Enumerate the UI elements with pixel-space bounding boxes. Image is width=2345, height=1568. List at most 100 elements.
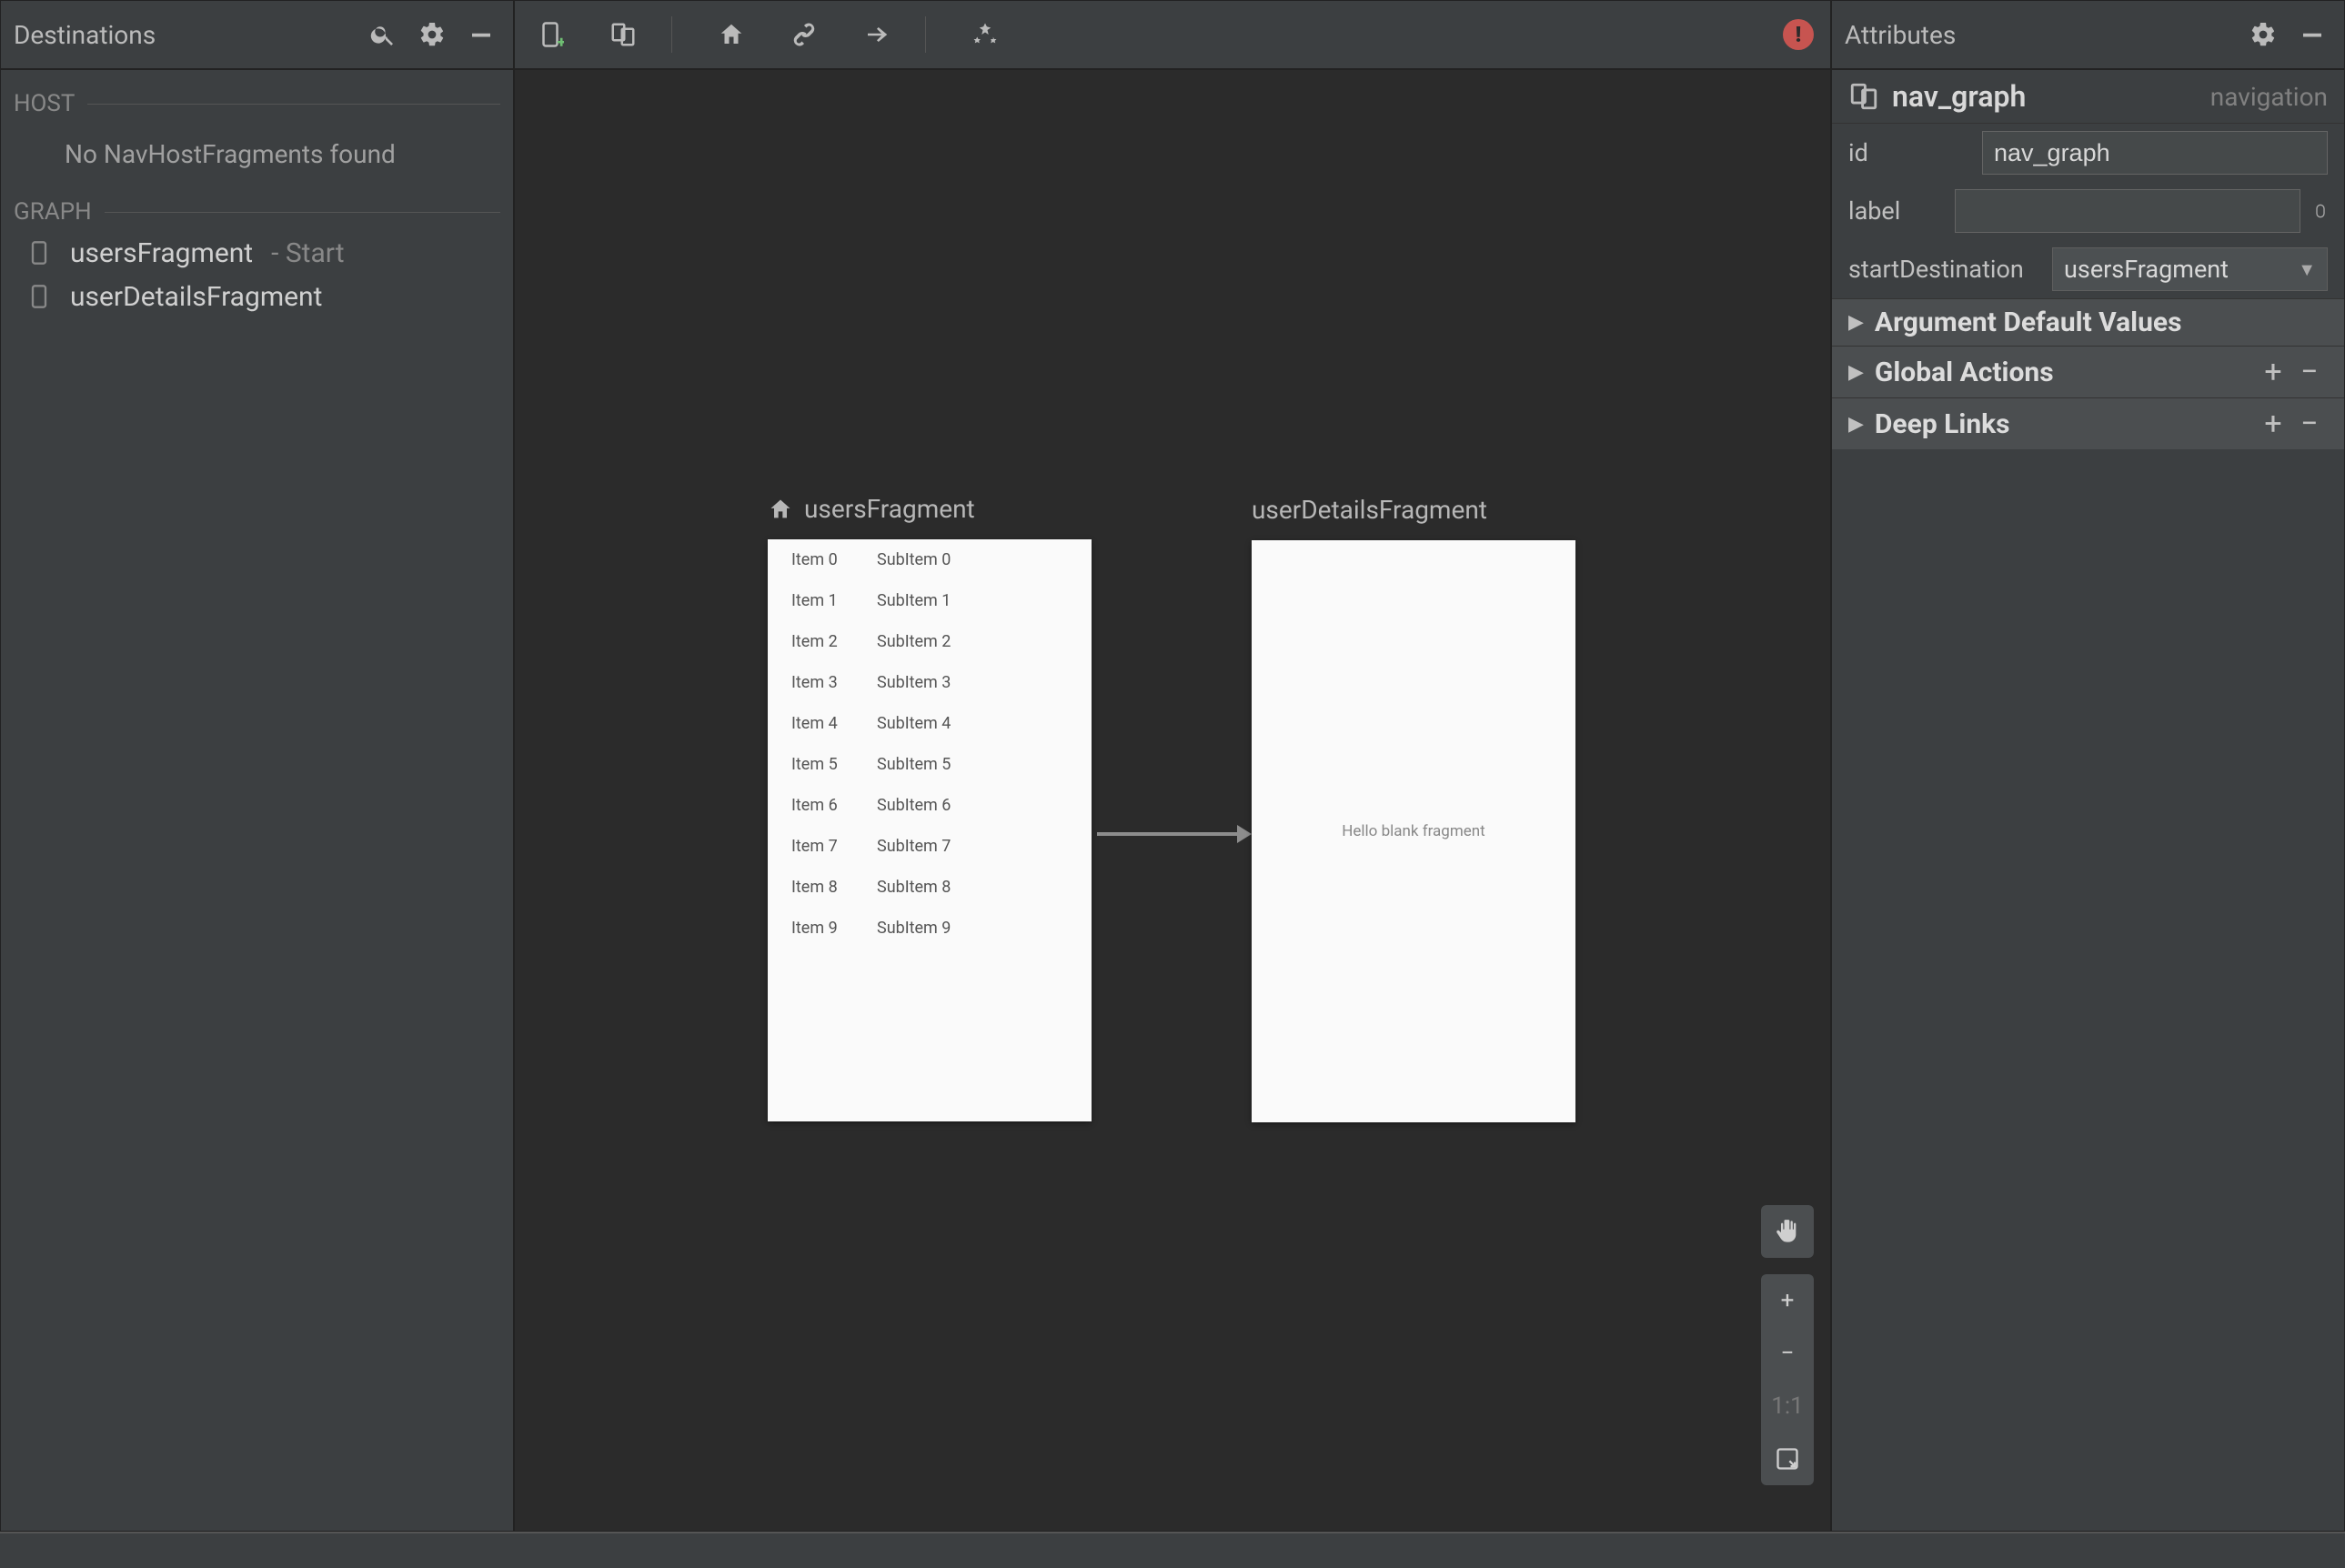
auto-arrange-icon[interactable] bbox=[966, 15, 1004, 54]
destinations-title: Destinations bbox=[14, 20, 353, 50]
minimize-icon[interactable] bbox=[462, 15, 500, 54]
list-item: Item 9SubItem 9 bbox=[768, 908, 1092, 949]
section-title: Global Actions bbox=[1875, 357, 2255, 388]
start-destination-select[interactable]: usersFragment ▼ bbox=[2052, 247, 2328, 291]
attributes-empty-area bbox=[1832, 449, 2344, 1531]
label-row: label bbox=[1832, 182, 2344, 240]
section-title: Argument Default Values bbox=[1875, 307, 2328, 338]
section-rule bbox=[87, 104, 500, 105]
list-item-secondary: SubItem 8 bbox=[877, 878, 951, 897]
action-arrow[interactable] bbox=[1097, 825, 1252, 843]
add-deeplink-button[interactable]: + bbox=[2255, 406, 2291, 442]
node-label-text: userDetailsFragment bbox=[1252, 495, 1487, 525]
id-input[interactable] bbox=[1982, 131, 2328, 175]
destinations-panel: HOST No NavHostFragments found GRAPH use… bbox=[0, 69, 514, 1532]
destination-item[interactable]: userDetailsFragment bbox=[1, 275, 513, 318]
minimize-icon[interactable] bbox=[2293, 15, 2331, 54]
fragment-icon bbox=[26, 236, 52, 269]
id-label: id bbox=[1848, 138, 1969, 167]
gear-icon[interactable] bbox=[413, 15, 451, 54]
graph-name: nav_graph bbox=[1892, 79, 2198, 114]
userDetailsFragment-node[interactable]: userDetailsFragment Hello blank fragment bbox=[1252, 540, 1575, 1122]
chevron-right-icon: ▶ bbox=[1848, 413, 1864, 436]
list-item: Item 2 SubItem 2 bbox=[768, 621, 1092, 662]
list-item-primary: Item 7 bbox=[791, 837, 855, 856]
arrow-line bbox=[1097, 832, 1237, 836]
list-item-secondary: SubItem 1 bbox=[877, 591, 951, 610]
list-item: Item 7SubItem 7 bbox=[768, 826, 1092, 867]
global-actions-section[interactable]: ▶ Global Actions + − bbox=[1832, 346, 2344, 397]
home-icon[interactable] bbox=[712, 15, 750, 54]
zoom-fit-icon[interactable] bbox=[1761, 1432, 1814, 1485]
svg-text:+: + bbox=[558, 34, 565, 48]
attributes-panel-header: Attributes bbox=[1831, 0, 2345, 69]
host-label-text: HOST bbox=[14, 90, 75, 117]
new-destination-icon[interactable]: + bbox=[531, 15, 569, 54]
start-destination-label: startDestination bbox=[1848, 255, 2039, 284]
status-bar bbox=[0, 1532, 2345, 1568]
node-label-text: usersFragment bbox=[804, 494, 975, 524]
list-item: Item 1 SubItem 1 bbox=[768, 580, 1092, 621]
list-item-primary: Item 8 bbox=[791, 878, 855, 897]
userDetailsFragment-label: userDetailsFragment bbox=[1252, 495, 1487, 525]
chevron-down-icon: ▼ bbox=[2298, 258, 2316, 281]
destination-item[interactable]: usersFragment - Start bbox=[1, 231, 513, 275]
gear-icon[interactable] bbox=[2244, 15, 2282, 54]
fragment-icon bbox=[26, 280, 52, 313]
list-item-primary: Item 3 bbox=[791, 673, 855, 692]
list-item-primary: Item 5 bbox=[791, 755, 855, 774]
arrow-head-icon bbox=[1237, 825, 1252, 843]
argument-default-values-section[interactable]: ▶ Argument Default Values bbox=[1832, 298, 2344, 346]
toolbar-separator bbox=[925, 16, 926, 53]
pan-hand-icon[interactable] bbox=[1761, 1205, 1814, 1258]
graph-icon bbox=[1848, 81, 1879, 112]
list-item-secondary: SubItem 4 bbox=[877, 714, 951, 733]
list-item: Item 6 SubItem 6 bbox=[768, 785, 1092, 826]
list-item-secondary: SubItem 0 bbox=[877, 550, 951, 569]
label-input[interactable] bbox=[1955, 189, 2300, 233]
list-item-primary: Item 4 bbox=[791, 714, 855, 733]
list-item: Item 3 SubItem 3 bbox=[768, 662, 1092, 703]
destinations-panel-header: Destinations bbox=[0, 0, 514, 69]
nested-graph-icon[interactable] bbox=[604, 15, 642, 54]
nav-canvas[interactable]: usersFragment Item 0SubItem 0 Item 1 SubIt… bbox=[514, 69, 1831, 1532]
start-destination-row: startDestination usersFragment ▼ bbox=[1832, 240, 2344, 298]
id-row: id bbox=[1832, 124, 2344, 182]
destination-name: usersFragment bbox=[70, 237, 253, 269]
list-item: Item 4 SubItem 4 bbox=[768, 703, 1092, 744]
label-binding-icon[interactable] bbox=[2313, 190, 2328, 232]
list-item-secondary: SubItem 6 bbox=[877, 796, 951, 815]
usersFragment-node[interactable]: usersFragment Item 0SubItem 0Item 1SubIt… bbox=[768, 539, 1092, 1121]
blank-fragment-text: Hello blank fragment bbox=[1252, 540, 1575, 1122]
canvas-tools: + − 1:1 bbox=[1761, 1205, 1814, 1485]
section-title: Deep Links bbox=[1875, 408, 2255, 440]
attributes-panel: nav_graph navigation id label startDesti… bbox=[1831, 69, 2345, 1532]
list-item: Item 0SubItem 0 bbox=[768, 539, 1092, 580]
list-item-primary: Item 2 bbox=[791, 632, 855, 651]
list-item-secondary: SubItem 2 bbox=[877, 632, 951, 651]
list-item: Item 8 SubItem 8 bbox=[768, 867, 1092, 908]
search-icon[interactable] bbox=[364, 15, 402, 54]
zoom-in-button[interactable]: + bbox=[1761, 1274, 1814, 1327]
list-item-primary: Item 6 bbox=[791, 796, 855, 815]
no-navhost-message: No NavHostFragments found bbox=[1, 123, 513, 193]
remove-global-action-button[interactable]: − bbox=[2291, 354, 2328, 390]
list-item-primary: Item 1 bbox=[791, 591, 855, 610]
add-global-action-button[interactable]: + bbox=[2255, 354, 2291, 390]
graph-section-label: GRAPH bbox=[1, 193, 513, 231]
zoom-out-button[interactable]: − bbox=[1761, 1327, 1814, 1380]
destination-name: userDetailsFragment bbox=[70, 281, 322, 313]
deep-links-section[interactable]: ▶ Deep Links + − bbox=[1832, 397, 2344, 449]
action-arrow-icon[interactable] bbox=[858, 15, 896, 54]
destination-suffix: - Start bbox=[271, 237, 344, 269]
editor-toolbar: + ! bbox=[514, 0, 1831, 69]
label-label: label bbox=[1848, 196, 1942, 226]
remove-deeplink-button[interactable]: − bbox=[2291, 406, 2328, 442]
section-rule bbox=[105, 212, 500, 213]
list-item-secondary: SubItem 9 bbox=[877, 919, 951, 938]
zoom-reset-button[interactable]: 1:1 bbox=[1761, 1380, 1814, 1432]
warnings-badge[interactable]: ! bbox=[1783, 19, 1814, 50]
list-item-secondary: SubItem 3 bbox=[877, 673, 951, 692]
deeplink-icon[interactable] bbox=[785, 15, 823, 54]
chevron-right-icon: ▶ bbox=[1848, 361, 1864, 384]
